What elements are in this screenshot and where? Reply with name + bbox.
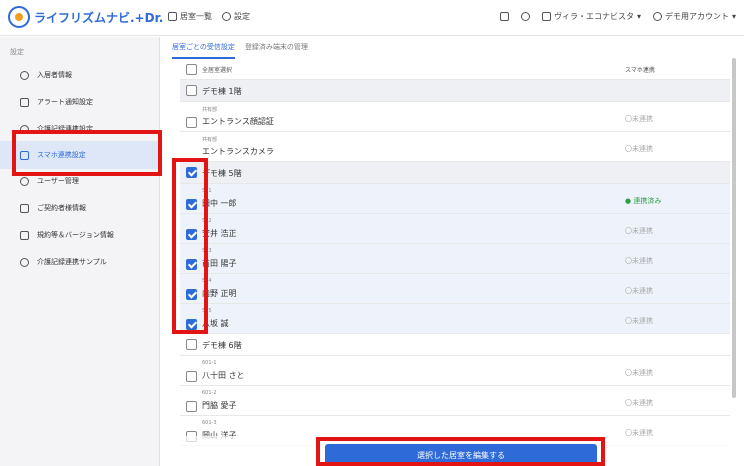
link-status: 〇未連携 (625, 227, 653, 235)
link-status: 〇未連携 (625, 399, 653, 407)
logo-mark-icon (8, 6, 30, 28)
main-content: 居室ごとの受信設定 登録済み端末の管理 全居室選択 スマホ連携 デモ棟 1階 共… (172, 37, 744, 466)
chat-button[interactable] (499, 12, 509, 21)
sidebar-item-label: ご契約者様情報 (37, 204, 86, 212)
home-icon (168, 12, 177, 21)
highlight-box-checkboxes (172, 158, 208, 334)
table-row: 601-2 門脇 愛子 〇未連携 (180, 386, 730, 416)
users-icon (20, 176, 29, 186)
room-name: 門脇 愛子 (202, 401, 237, 410)
link-status: ● 連携済み (625, 197, 662, 205)
account-menu[interactable]: デモ用アカウント ▾ (652, 11, 736, 22)
sidebar-item-label: 規約等＆バージョン情報 (37, 231, 114, 239)
select-all-label: 全居室選択 (202, 67, 233, 74)
table-row: 601-1 八十田 さと 〇未連携 (180, 356, 730, 386)
room-table: 全居室選択 スマホ連携 デモ棟 1階 共有部 エントランス顔認証 〇未連携 共有… (180, 59, 730, 446)
logo-text: ライフリズムナビ.+Dr. (34, 10, 164, 25)
table-row: 503 前田 陽子 〇未連携 (180, 244, 730, 274)
select-all-checkbox[interactable] (186, 64, 197, 75)
app-logo[interactable]: ライフリズムナビ.+Dr. (8, 6, 163, 28)
help-icon (520, 12, 530, 21)
room-number: 601-2 (202, 390, 217, 396)
sidebar-item-terms[interactable]: 規約等＆バージョン情報 (0, 222, 160, 248)
link-status: 〇未連携 (625, 369, 653, 377)
sidebar-item-contract[interactable]: ご契約者様情報 (0, 195, 160, 221)
nav-rooms-label: 居室一覧 (180, 12, 212, 21)
scrollbar[interactable] (732, 58, 736, 398)
chat-icon (499, 12, 509, 21)
link-status: 〇未連携 (625, 145, 653, 153)
building-icon (541, 12, 551, 21)
room-name: エントランスカメラ (202, 147, 274, 156)
contract-icon (20, 203, 29, 213)
sidebar: 設定 入居者情報 アラート通知設定 介護記録連携設定 スマホ連携設定 ユーザー管… (0, 37, 160, 466)
table-row: 504 内野 正明 〇未連携 (180, 274, 730, 304)
sidebar-item-label: ユーザー管理 (37, 177, 79, 185)
tab-bar: 居室ごとの受信設定 登録済み端末の管理 (172, 37, 308, 59)
room-number: 601-3 (202, 420, 217, 426)
sidebar-item-label: アラート通知設定 (37, 98, 93, 106)
row-checkbox[interactable] (186, 401, 197, 412)
person-icon (20, 70, 29, 80)
group-label: デモ棟 6階 (202, 341, 242, 350)
header-actions: ヴィラ・エコナビスタ ▾ デモ用アカウント ▾ (499, 11, 736, 22)
facility-label: ヴィラ・エコナビスタ (553, 12, 634, 21)
top-nav: 居室一覧 設定 (168, 11, 250, 22)
document-icon (20, 230, 29, 240)
sidebar-heading: 設定 (10, 48, 24, 56)
sidebar-item-label: 入居者情報 (37, 71, 72, 79)
account-icon (652, 12, 662, 21)
table-row: 505 八坂 誠 〇未連携 (180, 304, 730, 334)
sidebar-item-sample[interactable]: 介護記録連携サンプル (0, 249, 160, 275)
highlight-box-edit-button (316, 437, 605, 466)
sidebar-item-residents[interactable]: 入居者情報 (0, 62, 160, 88)
nav-settings[interactable]: 設定 (222, 11, 250, 22)
help-button[interactable] (520, 12, 530, 21)
nav-settings-label: 設定 (234, 12, 250, 21)
group-checkbox[interactable] (186, 339, 197, 350)
table-row: 共有部 エントランス顔認証 〇未連携 (180, 102, 730, 132)
row-checkbox[interactable] (186, 371, 197, 382)
row-checkbox[interactable] (186, 117, 197, 128)
room-number: 601-1 (202, 360, 217, 366)
table-header: 全居室選択 スマホ連携 (180, 59, 730, 80)
group-label: デモ棟 1階 (202, 87, 242, 96)
room-number: 共有部 (202, 137, 218, 143)
table-row: 502 安井 浩正 〇未連携 (180, 214, 730, 244)
group-row: デモ棟 5階 (180, 162, 730, 184)
room-name: 八十田 さと (202, 371, 245, 380)
sidebar-item-alerts[interactable]: アラート通知設定 (0, 89, 160, 115)
status-column-header: スマホ連携 (625, 67, 655, 74)
highlight-box-sidebar (12, 130, 162, 176)
account-label: デモ用アカウント (664, 12, 729, 21)
sample-icon (20, 257, 29, 267)
tab-device-management[interactable]: 登録済み端末の管理 (245, 37, 308, 59)
top-bar: ライフリズムナビ.+Dr. 居室一覧 設定 ヴィラ・エコナビスタ ▾ デモ用アカ… (0, 0, 744, 36)
table-row: 501 田中 一郎 ● 連携済み (180, 184, 730, 214)
sidebar-item-label: 介護記録連携サンプル (37, 258, 107, 266)
nav-rooms[interactable]: 居室一覧 (168, 11, 212, 22)
room-name: エントランス顔認証 (202, 117, 274, 126)
link-status: 〇未連携 (625, 257, 653, 265)
link-status: 〇未連携 (625, 287, 653, 295)
room-number: 共有部 (202, 107, 218, 113)
link-status: 〇未連携 (625, 317, 653, 325)
tab-room-settings[interactable]: 居室ごとの受信設定 (172, 37, 235, 59)
link-status: 〇未連携 (625, 115, 653, 123)
table-row: 共有部 エントランスカメラ 〇未連携 (180, 132, 730, 162)
gear-icon (222, 12, 231, 21)
group-row: デモ棟 6階 (180, 334, 730, 356)
group-checkbox[interactable] (186, 85, 197, 96)
facility-select[interactable]: ヴィラ・エコナビスタ ▾ (541, 11, 641, 22)
group-row: デモ棟 1階 (180, 80, 730, 102)
bell-icon (20, 97, 29, 107)
